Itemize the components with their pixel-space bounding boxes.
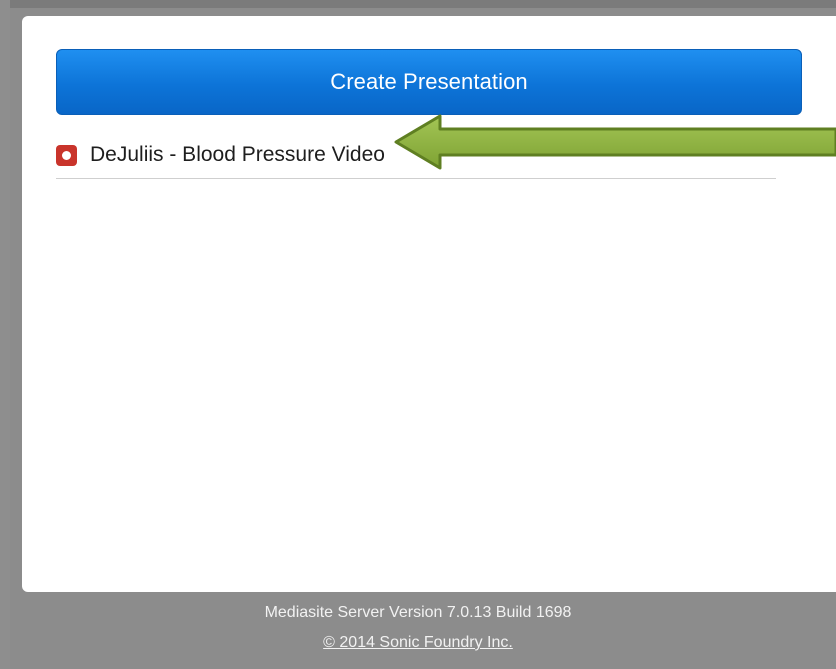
content-panel: Create Presentation DeJuliis - Blood Pre… xyxy=(22,16,836,592)
copyright-link[interactable]: © 2014 Sonic Foundry Inc. xyxy=(0,634,836,652)
create-presentation-button[interactable]: Create Presentation xyxy=(56,49,802,115)
record-icon xyxy=(56,144,77,166)
top-edge xyxy=(0,0,836,8)
presentation-title: DeJuliis - Blood Pressure Video xyxy=(90,143,385,166)
left-edge xyxy=(0,0,10,669)
list-divider xyxy=(56,178,776,179)
app-frame: Create Presentation DeJuliis - Blood Pre… xyxy=(0,0,836,669)
record-dot xyxy=(62,150,71,160)
annotation-arrow-icon xyxy=(394,114,836,170)
server-version-text: Mediasite Server Version 7.0.13 Build 16… xyxy=(264,604,572,621)
